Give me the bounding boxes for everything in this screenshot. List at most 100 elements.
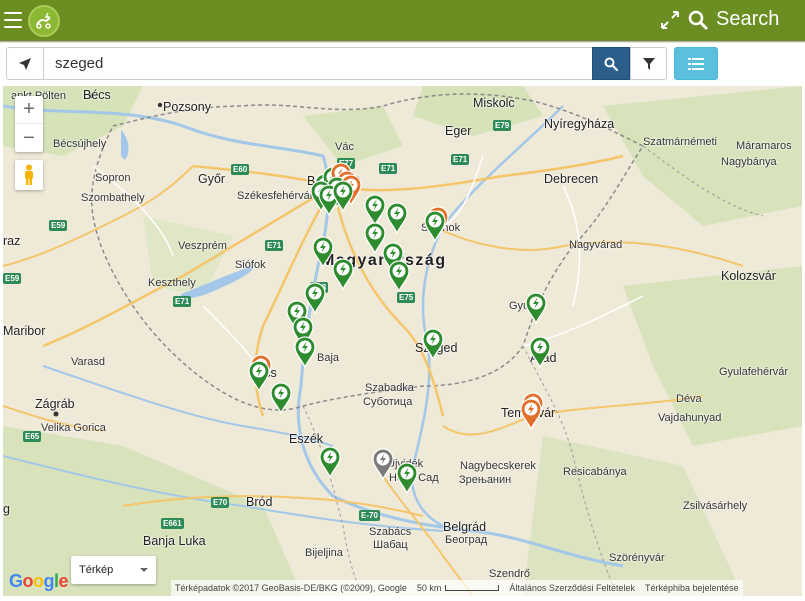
map-pin-icon xyxy=(312,236,334,269)
road-shield: E70 xyxy=(211,497,230,508)
place-label: Győr xyxy=(198,172,226,186)
place-label: Déva xyxy=(676,393,702,405)
charging-station-marker[interactable] xyxy=(248,360,270,393)
map-pin-icon xyxy=(424,210,446,243)
pegman-icon xyxy=(25,164,33,185)
place-label: Sopron xyxy=(95,172,131,184)
map-pin-icon xyxy=(248,360,270,393)
map-pin-icon xyxy=(270,382,292,415)
charging-station-marker[interactable] xyxy=(312,236,334,269)
header-search-label: Search xyxy=(716,8,780,30)
road-shield: E79 xyxy=(493,120,512,131)
map-attribution: Térképadatok ©2017 GeoBasis-DE/BKG (©200… xyxy=(171,580,743,596)
map-pin-icon xyxy=(529,336,551,369)
place-label: Eger xyxy=(445,124,472,138)
map-pin-icon xyxy=(332,258,354,291)
charging-station-marker[interactable] xyxy=(372,448,394,481)
place-label: Nyíregyháza xyxy=(544,117,615,131)
place-label: Зрењанин xyxy=(459,474,512,486)
search-submit-button[interactable] xyxy=(592,47,630,80)
place-label: Keszthely xyxy=(148,277,196,289)
header-search-button[interactable]: Search xyxy=(688,8,779,31)
charging-station-marker[interactable] xyxy=(294,336,316,369)
charger-icon xyxy=(36,12,51,29)
charging-station-marker[interactable] xyxy=(396,462,418,495)
place-label: Београд xyxy=(445,534,488,546)
place-label: Siófok xyxy=(235,259,266,271)
place-label: raz xyxy=(3,234,21,248)
place-label: Bród xyxy=(246,495,273,509)
road-shield: E75 xyxy=(397,292,416,303)
filter-button[interactable] xyxy=(630,47,667,80)
map-pin-icon xyxy=(388,260,410,293)
app-logo[interactable] xyxy=(28,5,60,37)
map-canvas[interactable]: ankt PöltenBécsPozsonyMiskolcNyíregyháza… xyxy=(3,86,802,596)
road-shield: E65 xyxy=(23,431,42,442)
charging-station-marker[interactable] xyxy=(388,260,410,293)
charging-station-marker[interactable] xyxy=(529,336,551,369)
menu-icon[interactable] xyxy=(4,12,22,28)
map-pin-icon xyxy=(422,328,444,361)
terms-link[interactable]: Általános Szerződési Feltételek xyxy=(509,583,635,593)
place-label: Nagybánya xyxy=(721,156,777,168)
list-view-button[interactable] xyxy=(674,47,718,80)
map-type-label: Térkép xyxy=(79,564,114,576)
search-input[interactable] xyxy=(43,47,593,80)
fullscreen-expand-icon[interactable] xyxy=(660,10,680,30)
charging-station-marker[interactable] xyxy=(424,210,446,243)
map-pin-icon xyxy=(319,446,341,479)
zoom-in-button[interactable]: + xyxy=(15,96,43,124)
location-arrow-icon xyxy=(19,57,31,70)
place-label: g xyxy=(3,502,10,516)
chevron-down-icon xyxy=(140,568,148,572)
map-pin-icon xyxy=(332,180,354,213)
place-label: Bécs xyxy=(83,88,111,102)
charging-station-marker[interactable] xyxy=(422,328,444,361)
scale-label: 50 km xyxy=(416,583,442,593)
map-type-select[interactable]: Térkép xyxy=(71,556,156,584)
top-bar: Search xyxy=(0,0,805,40)
search-row xyxy=(0,43,805,86)
filter-icon xyxy=(642,57,655,70)
place-label: Szatmárnémeti xyxy=(643,136,717,148)
zoom-control: + − xyxy=(15,96,43,152)
place-label: Debrecen xyxy=(544,172,599,186)
place-label: Zsilvásárhely xyxy=(683,500,748,512)
map-pin-icon xyxy=(520,398,542,431)
place-label: Szörényvár xyxy=(609,552,665,564)
place-label: Vajdahunyad xyxy=(658,412,722,424)
report-error-link[interactable]: Térképhiba bejelentése xyxy=(645,583,739,593)
map-base-layer xyxy=(3,86,802,596)
google-logo[interactable]: Google xyxy=(9,571,69,592)
road-shield: E661 xyxy=(161,518,184,529)
charging-station-marker[interactable] xyxy=(332,180,354,213)
locate-button[interactable] xyxy=(6,47,43,80)
charging-station-marker[interactable] xyxy=(386,202,408,235)
place-label: Nagyvárad xyxy=(569,239,623,251)
place-label: Varasd xyxy=(71,356,106,368)
charging-station-marker[interactable] xyxy=(520,398,542,431)
place-label: Gyulafehérvár xyxy=(719,366,789,378)
charging-station-marker[interactable] xyxy=(525,292,547,325)
place-label: Nagybecskerek xyxy=(460,460,536,472)
place-label: Miskolc xyxy=(473,96,515,110)
attribution-text: Térképadatok ©2017 GeoBasis-DE/BKG (©200… xyxy=(175,583,407,593)
street-view-pegman[interactable] xyxy=(15,160,43,190)
place-label: Bijeljina xyxy=(305,547,343,559)
place-label: Maribor xyxy=(3,324,46,338)
place-label: Veszprém xyxy=(178,240,227,252)
place-label: Vác xyxy=(335,141,354,153)
search-icon xyxy=(604,57,618,71)
map-pin-icon xyxy=(525,292,547,325)
place-label: Szombathely xyxy=(81,192,145,204)
road-shield: E71 xyxy=(265,240,284,251)
place-label: Belgrád xyxy=(443,520,487,534)
place-label: Baja xyxy=(317,352,340,364)
charging-station-marker[interactable] xyxy=(270,382,292,415)
search-icon xyxy=(688,10,708,29)
charging-station-marker[interactable] xyxy=(319,446,341,479)
map-pin-icon xyxy=(396,462,418,495)
place-label: Szendrő xyxy=(489,568,530,580)
zoom-out-button[interactable]: − xyxy=(15,124,43,152)
charging-station-marker[interactable] xyxy=(332,258,354,291)
